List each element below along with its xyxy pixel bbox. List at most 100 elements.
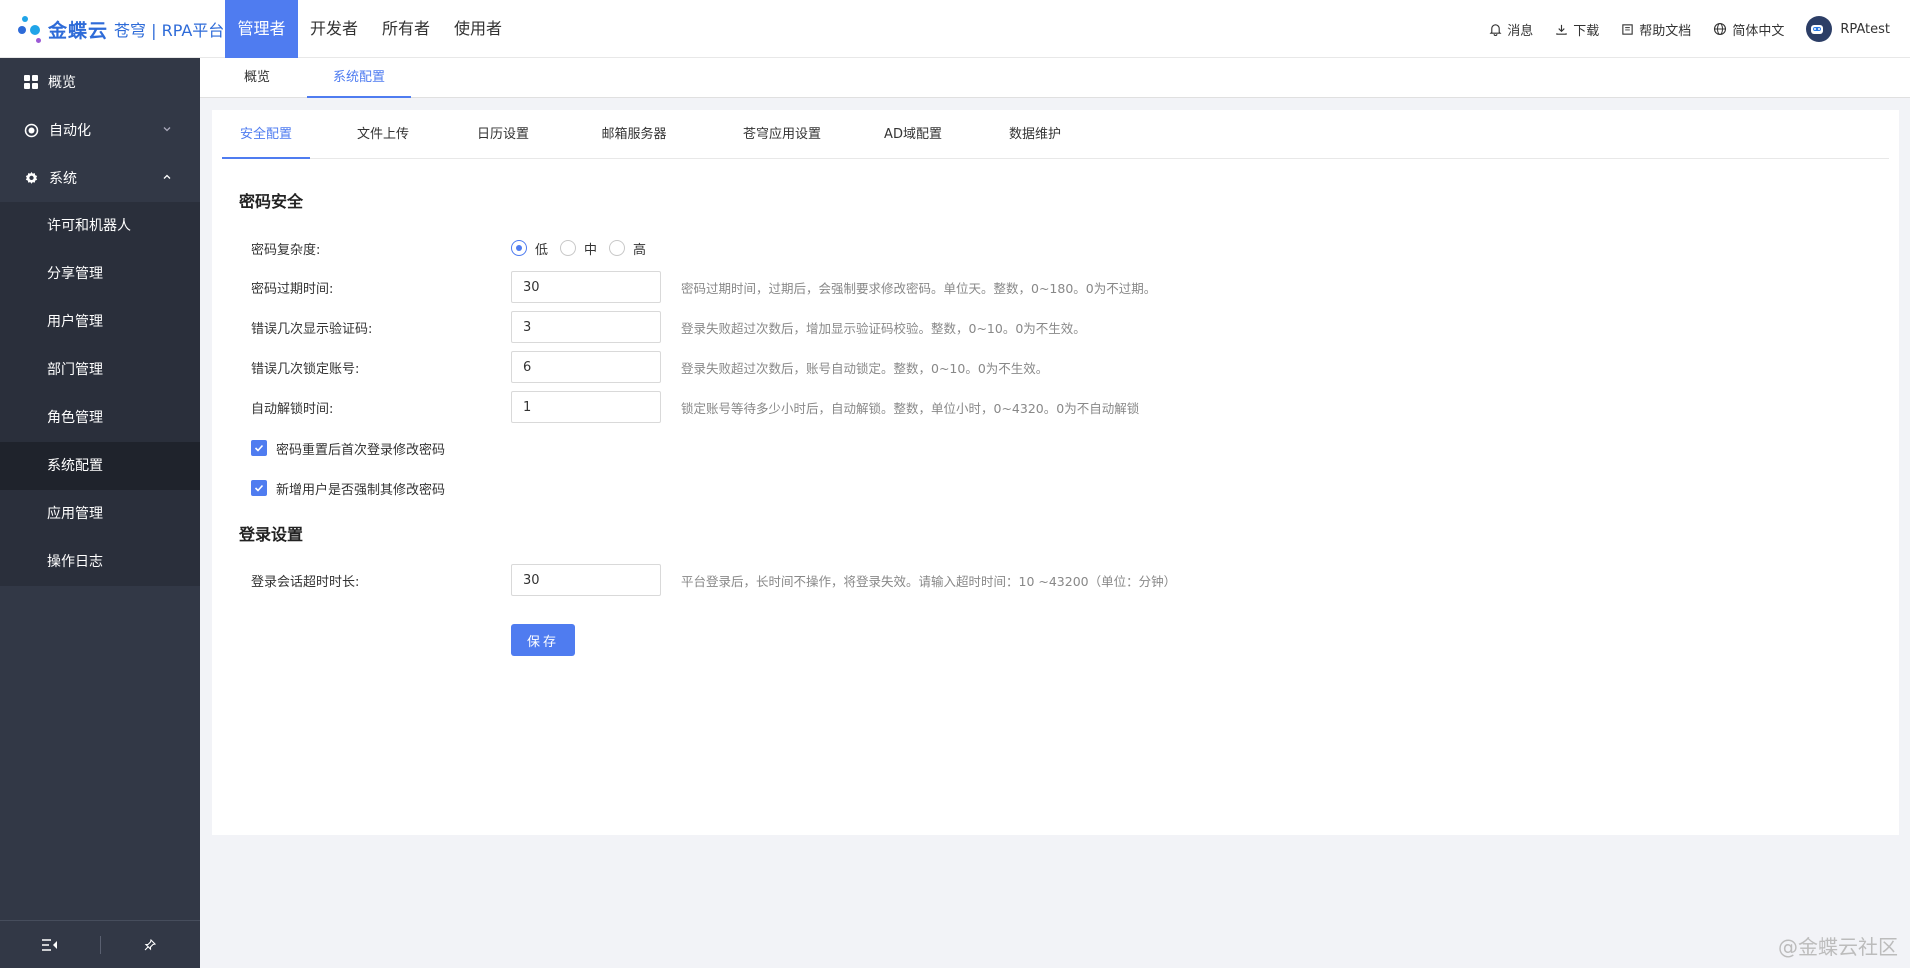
complexity-radio-group: 低 中 高 — [511, 239, 658, 258]
captcha-row: 错误几次显示验证码: 登录失败超过次数后，增加显示验证码校验。整数，0~10。0… — [251, 311, 1751, 343]
complexity-label: 密码复杂度: — [251, 242, 321, 258]
expire-hint: 密码过期时间，过期后，会强制要求修改密码。单位天。整数，0~180。0为不过期。 — [681, 280, 1157, 296]
role-admin-tab[interactable]: 管理者 — [225, 0, 298, 58]
page-scrollbar[interactable] — [1910, 0, 1920, 968]
timeout-label: 登录会话超时时长: — [251, 574, 360, 590]
messages-link[interactable]: 消息 — [1489, 20, 1533, 39]
reset-password-checkbox[interactable]: 密码重置后首次登录修改密码 — [251, 438, 445, 458]
password-security-title: 密码安全 — [239, 192, 304, 211]
messages-label: 消息 — [1507, 23, 1534, 39]
checkbox-checked-icon — [251, 480, 267, 496]
system-submenu: 许可和机器人 分享管理 用户管理 部门管理 角色管理 系统配置 应用管理 操作日… — [0, 202, 200, 586]
collapse-sidebar-button[interactable] — [0, 921, 100, 968]
globe-icon — [1714, 22, 1727, 36]
lock-hint: 登录失败超过次数后，账号自动锁定。整数，0~10。0为不生效。 — [681, 360, 1049, 376]
sidebar-item-system-config[interactable]: 系统配置 — [0, 442, 200, 490]
language-switch[interactable]: 简体中文 — [1713, 20, 1784, 39]
captcha-label: 错误几次显示验证码: — [251, 321, 373, 337]
tab-file-upload[interactable]: 文件上传 — [343, 110, 423, 159]
top-bar: 金蝶云 苍穹 | RPA平台 管理者 开发者 所有者 使用者 消息 下载 帮助文… — [0, 0, 1910, 58]
sidebar-item-departments[interactable]: 部门管理 — [0, 346, 200, 394]
role-user-tab[interactable]: 使用者 — [442, 0, 514, 58]
complexity-high-radio[interactable]: 高 — [609, 239, 646, 258]
sidebar-item-overview[interactable]: 概览 — [0, 58, 200, 106]
reset-password-label: 密码重置后首次登录修改密码 — [276, 442, 446, 458]
tab-security-config[interactable]: 安全配置 — [222, 110, 310, 159]
user-menu[interactable]: RPAtest — [1806, 16, 1890, 42]
help-docs-link[interactable]: 帮助文档 — [1621, 20, 1691, 39]
new-user-password-label: 新增用户是否强制其修改密码 — [276, 482, 446, 498]
lock-label: 错误几次锁定账号: — [251, 361, 360, 377]
unlock-input[interactable] — [511, 391, 661, 423]
checkbox-checked-icon — [251, 440, 267, 456]
top-right-actions: 消息 下载 帮助文档 简体中文 RPAtest — [1467, 0, 1890, 58]
download-link[interactable]: 下载 — [1555, 20, 1599, 39]
complexity-row: 密码复杂度: 低 中 高 — [251, 232, 1751, 264]
role-developer-tab[interactable]: 开发者 — [298, 0, 370, 58]
expire-input[interactable] — [511, 271, 661, 303]
timeout-row: 登录会话超时时长: 平台登录后，长时间不操作，将登录失效。请输入超时时间：10 … — [251, 564, 1751, 596]
login-settings-title: 登录设置 — [239, 525, 304, 544]
tab-system-config[interactable]: 系统配置 — [307, 58, 411, 98]
timeout-input[interactable] — [511, 564, 661, 596]
radio-circle — [609, 240, 626, 256]
settings-panel: 安全配置 文件上传 日历设置 邮箱服务器 苍穹应用设置 AD域配置 数据维护 密… — [212, 110, 1899, 835]
expire-label: 密码过期时间: — [251, 281, 334, 297]
complexity-low-radio[interactable]: 低 — [511, 239, 548, 258]
logo[interactable]: 金蝶云 苍穹 | RPA平台 — [18, 12, 224, 46]
grid-icon — [24, 75, 38, 89]
sidebar-item-roles[interactable]: 角色管理 — [0, 394, 200, 442]
gear-icon — [25, 171, 38, 184]
timeout-hint: 平台登录后，长时间不操作，将登录失效。请输入超时时间：10 ~43200（单位：… — [681, 573, 1177, 589]
sidebar-item-label: 概览 — [48, 75, 76, 91]
lock-row: 错误几次锁定账号: 登录失败超过次数后，账号自动锁定。整数，0~10。0为不生效… — [251, 351, 1751, 383]
radio-circle — [560, 240, 577, 256]
sidebar-item-license[interactable]: 许可和机器人 — [0, 202, 200, 250]
logo-brand: 金蝶云 — [48, 19, 109, 42]
radio-label: 中 — [584, 242, 598, 258]
sidebar-item-users[interactable]: 用户管理 — [0, 298, 200, 346]
pin-icon — [144, 938, 157, 950]
unlock-label: 自动解锁时间: — [251, 401, 334, 417]
role-owner-tab[interactable]: 所有者 — [370, 0, 442, 58]
captcha-input[interactable] — [511, 311, 661, 343]
logo-sub: 苍穹 | RPA平台 — [114, 21, 225, 40]
sidebar-footer — [0, 920, 200, 968]
collapse-icon — [41, 938, 57, 951]
tab-overview[interactable]: 概览 — [227, 58, 287, 98]
captcha-hint: 登录失败超过次数后，增加显示验证码校验。整数，0~10。0为不生效。 — [681, 320, 1086, 336]
config-tabs: 安全配置 文件上传 日历设置 邮箱服务器 苍穹应用设置 AD域配置 数据维护 — [222, 110, 1889, 159]
complexity-medium-radio[interactable]: 中 — [560, 239, 597, 258]
username: RPAtest — [1840, 21, 1890, 37]
automation-icon — [24, 123, 39, 137]
download-label: 下载 — [1573, 23, 1600, 39]
sidebar-item-automation[interactable]: 自动化 — [0, 106, 200, 154]
tab-calendar[interactable]: 日历设置 — [463, 110, 543, 159]
download-icon — [1556, 24, 1567, 35]
radio-label: 低 — [535, 242, 549, 258]
bell-icon — [1489, 23, 1502, 36]
tab-app-settings[interactable]: 苍穹应用设置 — [722, 110, 842, 159]
sidebar: 概览 自动化 系统 许可和机器人 分享管理 用户管理 部门管理 角色管理 系统配… — [0, 58, 200, 968]
sidebar-item-share[interactable]: 分享管理 — [0, 250, 200, 298]
tab-data-maintenance[interactable]: 数据维护 — [995, 110, 1075, 159]
sidebar-item-apps[interactable]: 应用管理 — [0, 490, 200, 538]
expire-row: 密码过期时间: 密码过期时间，过期后，会强制要求修改密码。单位天。整数，0~18… — [251, 271, 1751, 303]
logo-mark-icon — [18, 12, 44, 46]
sidebar-item-label: 系统 — [49, 171, 77, 187]
tab-mail-server[interactable]: 邮箱服务器 — [584, 110, 684, 159]
radio-label: 高 — [633, 242, 647, 258]
role-nav: 管理者 开发者 所有者 使用者 — [225, 0, 514, 58]
tab-ad-config[interactable]: AD域配置 — [873, 110, 953, 159]
save-button[interactable]: 保存 — [511, 624, 575, 656]
chevron-up-icon — [163, 174, 171, 179]
sidebar-item-label: 自动化 — [49, 123, 91, 139]
lock-input[interactable] — [511, 351, 661, 383]
sidebar-item-logs[interactable]: 操作日志 — [0, 538, 200, 586]
sidebar-item-system[interactable]: 系统 — [0, 154, 200, 202]
chevron-down-icon — [163, 127, 171, 132]
unlock-row: 自动解锁时间: 锁定账号等待多少小时后，自动解锁。整数，单位小时，0~4320。… — [251, 391, 1751, 423]
new-user-password-checkbox[interactable]: 新增用户是否强制其修改密码 — [251, 478, 445, 498]
radio-circle — [511, 240, 527, 256]
pin-sidebar-button[interactable] — [101, 921, 201, 968]
